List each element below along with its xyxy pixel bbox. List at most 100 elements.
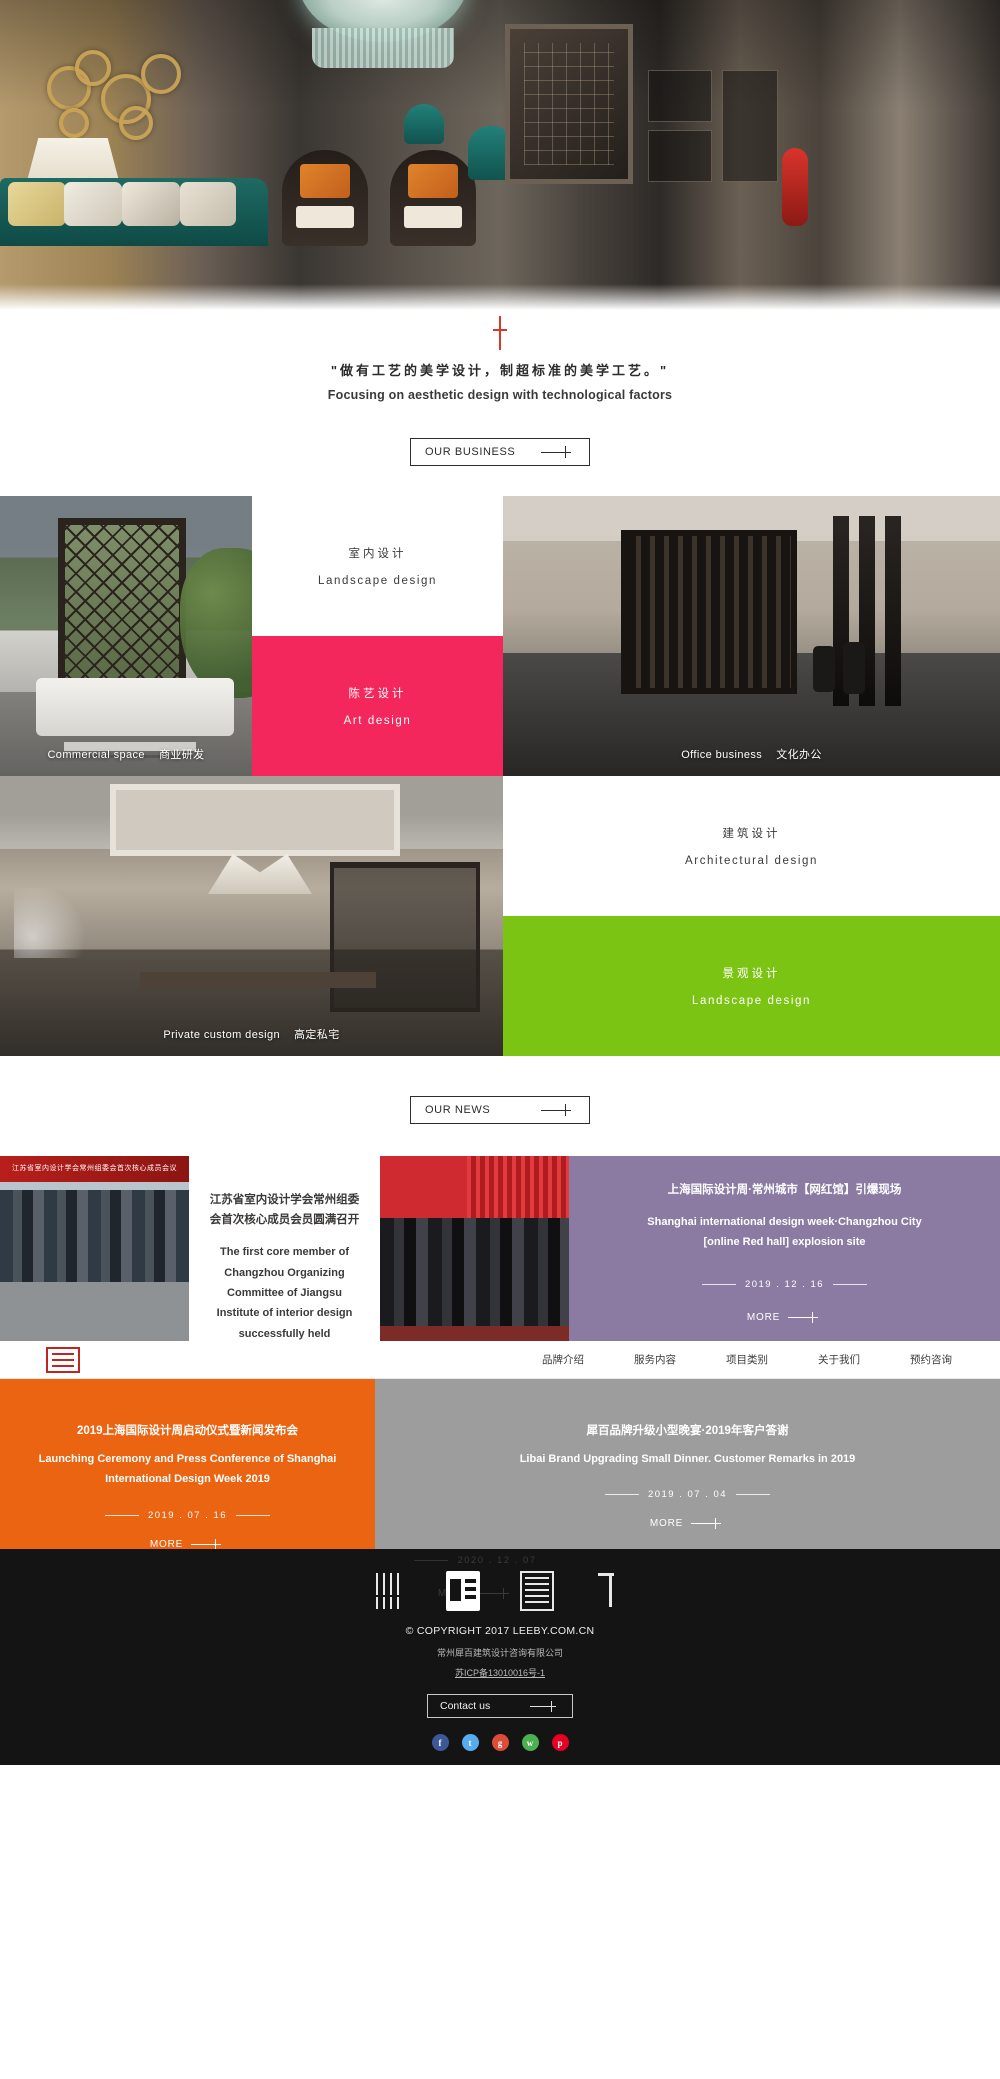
art-en: Art design	[343, 715, 412, 727]
caption-en: Commercial space	[47, 749, 145, 761]
carved-wood-panel	[505, 24, 633, 184]
brand-logo-icon[interactable]	[46, 1346, 80, 1373]
architectural-cn: 建筑设计	[722, 828, 781, 840]
nav-item-brand[interactable]: 品牌介绍	[542, 1352, 584, 1367]
more-label: MORE	[649, 1518, 684, 1530]
line-plus-icon	[541, 446, 575, 458]
red-cross-icon	[490, 316, 510, 350]
news-date: 2019 . 07 . 04	[604, 1489, 771, 1501]
news-title-en: Launching Ceremony and Press Conference …	[38, 1453, 337, 1486]
news-date-text: 2019 . 07 . 04	[647, 1489, 728, 1501]
caption-en: Private custom design	[163, 1029, 280, 1041]
news-title-cn: 2019上海国际设计周启动仪式暨新闻发布会	[76, 1425, 299, 1437]
red-vase	[782, 148, 808, 226]
business-caption-private: Private custom design 高定私宅	[0, 1026, 503, 1042]
tagline-block: "做有工艺的美学设计，制超标准的美学工艺。" Focusing on aesth…	[0, 310, 1000, 402]
footer-copyright: © COPYRIGHT 2017 LEEBY.COM.CN	[405, 1625, 595, 1637]
line-plus-icon	[191, 1538, 225, 1549]
google-plus-icon[interactable]: g	[491, 1734, 509, 1751]
nav-menu: 品牌介绍 服务内容 项目类别 关于我们 预约咨询	[542, 1352, 1000, 1367]
business-cell-interior[interactable]: 室内设计 Landscape design	[252, 496, 503, 636]
nav-item-projects[interactable]: 项目类别	[726, 1352, 768, 1367]
news-date: 2019 . 07 . 16	[104, 1509, 271, 1521]
news-more-link[interactable]: MORE	[746, 1311, 822, 1323]
business-cell-architectural[interactable]: 建筑设计 Architectural design	[503, 776, 1000, 916]
twitter-icon[interactable]: t	[461, 1734, 479, 1751]
our-news-label: OUR NEWS	[425, 1104, 491, 1116]
business-caption-commercial: Commercial space 商业研发	[0, 746, 252, 762]
contact-us-button[interactable]: Contact us	[427, 1694, 573, 1718]
nav-item-services[interactable]: 服务内容	[634, 1352, 676, 1367]
landscape-cn: 景观设计	[722, 968, 781, 980]
business-middle-stack: 室内设计 Landscape design 陈艺设计 Art design	[252, 496, 503, 776]
architectural-en: Architectural design	[685, 855, 818, 867]
gold-wall-art	[45, 48, 193, 148]
footer-company-name: 常州犀百建筑设计咨询有限公司	[436, 1648, 563, 1658]
line-plus-icon	[541, 1104, 575, 1116]
news-card-jiangsu[interactable]: 江苏省室内设计学会常州组委会首次核心成员会员圆满召开 The first cor…	[189, 1156, 380, 1341]
news-card-libai[interactable]: 犀百品牌升级小型晚宴·2019年客户答谢 Libai Brand Upgradi…	[375, 1379, 1000, 1549]
news-row-1: 江苏省室内设计学会常州组委会首次核心成员会议 江苏省室内设计学会常州组委会首次核…	[0, 1156, 1000, 1341]
our-news-button[interactable]: OUR NEWS	[410, 1096, 590, 1124]
brush-icon	[594, 1571, 628, 1611]
news-row-2: 2019上海国际设计周启动仪式暨新闻发布会 Launching Ceremony…	[0, 1379, 1000, 1549]
footer-icp-link[interactable]: 苏ICP备13010016号-1	[0, 1666, 1000, 1679]
caption-en: Office business	[681, 749, 763, 761]
interior-cn: 室内设计	[348, 548, 407, 560]
business-row-2: Private custom design 高定私宅 建筑设计 Architect…	[0, 776, 1000, 1056]
interior-en: Landscape design	[318, 575, 437, 587]
facebook-icon[interactable]: f	[431, 1734, 449, 1751]
hero-image	[0, 0, 1000, 310]
news-date-text: 2019 . 07 . 16	[147, 1509, 228, 1521]
chopsticks-icon	[372, 1571, 406, 1611]
news-date-text: 2019 . 12 . 16	[744, 1278, 825, 1290]
pinterest-icon[interactable]: p	[551, 1734, 569, 1751]
business-cell-art[interactable]: 陈艺设计 Art design	[252, 636, 503, 776]
more-label: MORE	[746, 1311, 781, 1323]
news-card-launch[interactable]: 2019上海国际设计周启动仪式暨新闻发布会 Launching Ceremony…	[0, 1379, 375, 1549]
caption-cn: 高定私宅	[294, 1029, 340, 1041]
our-business-button[interactable]: OUR BUSINESS	[410, 438, 590, 466]
news-card-shanghai[interactable]: 上海国际设计周·常州城市【网红馆】引爆现场 Shanghai internati…	[569, 1156, 1000, 1341]
landscape-en: Landscape design	[692, 995, 811, 1007]
news-title-en: Shanghai international design week·Chang…	[647, 1216, 922, 1249]
tagline-cn: "做有工艺的美学设计，制超标准的美学工艺。"	[330, 363, 670, 378]
business-caption-office: Office business 文化办公	[503, 746, 1000, 762]
tagline-en: Focusing on aesthetic design with techno…	[327, 388, 673, 402]
wechat-icon[interactable]: w	[521, 1734, 539, 1751]
news-date: 2019 . 12 . 16	[701, 1278, 868, 1290]
news-title-cn: 上海国际设计周·常州城市【网红馆】引爆现场	[667, 1184, 902, 1196]
nav-item-about[interactable]: 关于我们	[818, 1352, 860, 1367]
book-icon	[446, 1571, 480, 1611]
screen-panel-icon	[520, 1571, 554, 1611]
hero-banner	[0, 0, 1000, 310]
news-photo-shanghai[interactable]	[380, 1156, 569, 1341]
news-banner-text: 江苏省室内设计学会常州组委会首次核心成员会议	[0, 1156, 189, 1182]
nav-item-booking[interactable]: 预约咨询	[910, 1352, 952, 1367]
navigation-bar: 品牌介绍 服务内容 项目类别 关于我们 预约咨询	[0, 1341, 1000, 1379]
business-row-1: Commercial space 商业研发 室内设计 Landscape desi…	[0, 496, 1000, 776]
business-cell-private[interactable]: Private custom design 高定私宅	[0, 776, 503, 1056]
news-date-text: 2020 . 12 . 07	[457, 1555, 537, 1566]
more-label: MORE	[149, 1538, 184, 1549]
news-more-link[interactable]: MORE	[649, 1518, 725, 1530]
business-cell-landscape[interactable]: 景观设计 Landscape design	[503, 916, 1000, 1056]
business-grid: Commercial space 商业研发 室内设计 Landscape desi…	[0, 496, 1000, 1056]
art-cn: 陈艺设计	[348, 688, 407, 700]
contact-us-label: Contact us	[440, 1700, 491, 1712]
caption-cn: 文化办公	[776, 749, 822, 761]
business-cell-commercial[interactable]: Commercial space 商业研发	[0, 496, 252, 776]
line-plus-icon	[691, 1518, 725, 1530]
social-links: f t g w p	[0, 1734, 1000, 1751]
news-date: 2020 . 12 . 07	[380, 1555, 571, 1566]
line-plus-icon	[530, 1700, 560, 1712]
news-more-link[interactable]: MORE	[149, 1538, 225, 1549]
news-photo-jiangsu[interactable]: 江苏省室内设计学会常州组委会首次核心成员会议	[0, 1156, 189, 1341]
business-right-stack: 建筑设计 Architectural design 景观设计 Landscape…	[503, 776, 1000, 1056]
news-title-cn: 犀百品牌升级小型晚宴·2019年客户答谢	[586, 1425, 789, 1437]
news-title-en: The first core member of Changzhou Organ…	[216, 1246, 353, 1340]
news-title-cn: 江苏省室内设计学会常州组委会首次核心成员会员圆满召开	[209, 1194, 360, 1227]
our-business-label: OUR BUSINESS	[425, 446, 516, 458]
business-cell-office[interactable]: Office business 文化办公	[503, 496, 1000, 776]
caption-cn: 商业研发	[158, 749, 205, 761]
